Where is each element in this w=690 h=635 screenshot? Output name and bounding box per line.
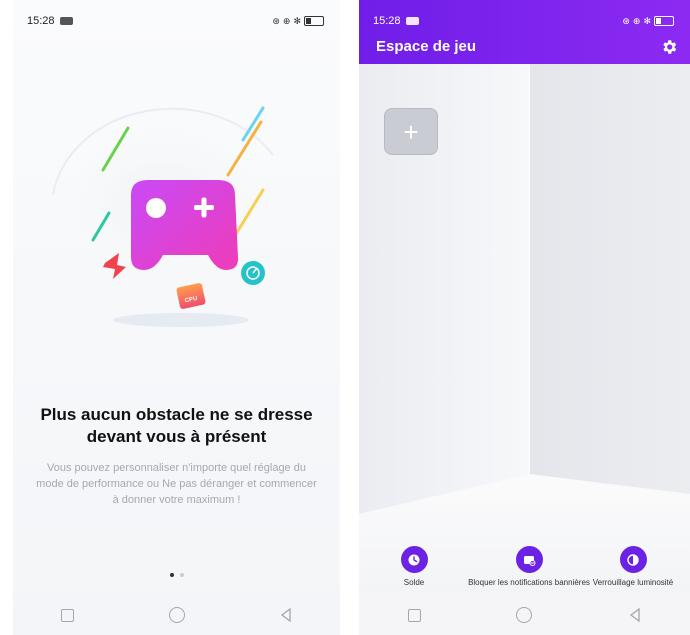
status-icons: ⊛ ⊕ ✻ — [272, 16, 324, 27]
gear-icon[interactable] — [660, 38, 678, 56]
tool-block-notifications[interactable]: Bloquer les notifications bannières — [467, 546, 591, 587]
triangle-back-icon — [280, 608, 291, 622]
game-controller-illustration: CPU — [38, 105, 288, 327]
quick-tools: Solde Bloquer les notifications bannière… — [359, 546, 690, 598]
tool-label: Solde — [403, 578, 425, 587]
system-navigation-bar — [359, 595, 690, 635]
back-button[interactable] — [621, 601, 649, 629]
nfc-icon: ⊕ — [282, 15, 291, 26]
status-time-group: 15:28 — [27, 15, 73, 27]
location-icon: ⊛ — [622, 15, 630, 26]
clock-icon — [400, 546, 428, 573]
battery-icon — [304, 16, 324, 26]
square-icon — [61, 608, 74, 622]
page-dot — [179, 573, 184, 577]
page-title: Espace de jeu — [376, 38, 477, 55]
add-game-button[interactable]: + — [384, 108, 438, 155]
page-indicator — [13, 573, 340, 577]
app-header: 15:28 ⊛ ⊕ ✻ Espace de jeu — [359, 0, 690, 64]
game-space-screen: 15:28 ⊛ ⊕ ✻ Espace de jeu + Solde Bloque… — [359, 0, 690, 635]
system-navigation-bar — [13, 595, 340, 635]
triangle-back-icon — [629, 608, 640, 622]
status-time-group: 15:28 — [373, 15, 419, 27]
status-bar: 15:28 ⊛ ⊕ ✻ — [13, 0, 340, 42]
status-bar: 15:28 ⊛ ⊕ ✻ — [359, 0, 690, 42]
gallery-notification-icon — [405, 17, 419, 25]
recent-apps-button[interactable] — [400, 601, 428, 629]
onboarding-headline: Plus aucun obstacle ne se dresse devant … — [40, 405, 313, 446]
onboarding-description: Vous pouvez personnaliser n'importe quel… — [36, 462, 317, 506]
notification-block-icon — [515, 546, 543, 573]
nfc-icon: ⊕ — [632, 15, 641, 26]
bluetooth-icon: ✻ — [293, 15, 301, 26]
location-icon: ⊛ — [272, 15, 280, 26]
home-button[interactable] — [163, 601, 191, 629]
battery-icon — [654, 16, 674, 26]
tool-brightness-lock[interactable]: Verrouillage luminosité — [576, 546, 690, 587]
gallery-notification-icon — [59, 17, 73, 25]
circle-icon — [168, 607, 185, 623]
tool-label: Bloquer les notifications bannières — [468, 578, 590, 587]
bluetooth-icon: ✻ — [643, 15, 651, 26]
tool-balance[interactable]: Solde — [359, 546, 469, 587]
back-button[interactable] — [272, 601, 300, 629]
brightness-lock-icon — [619, 546, 647, 573]
status-time: 15:28 — [27, 15, 55, 27]
circle-icon — [516, 607, 533, 623]
home-button[interactable] — [510, 601, 538, 629]
tool-label: Verrouillage luminosité — [592, 578, 674, 587]
recent-apps-button[interactable] — [54, 601, 82, 629]
square-icon — [407, 608, 421, 622]
page-dot-active — [169, 573, 174, 577]
status-icons: ⊛ ⊕ ✻ — [622, 16, 674, 27]
onboarding-screen: 15:28 ⊛ ⊕ ✻ CPU Plus aucun obstacle ne s… — [13, 0, 340, 635]
status-time: 15:28 — [373, 15, 401, 27]
